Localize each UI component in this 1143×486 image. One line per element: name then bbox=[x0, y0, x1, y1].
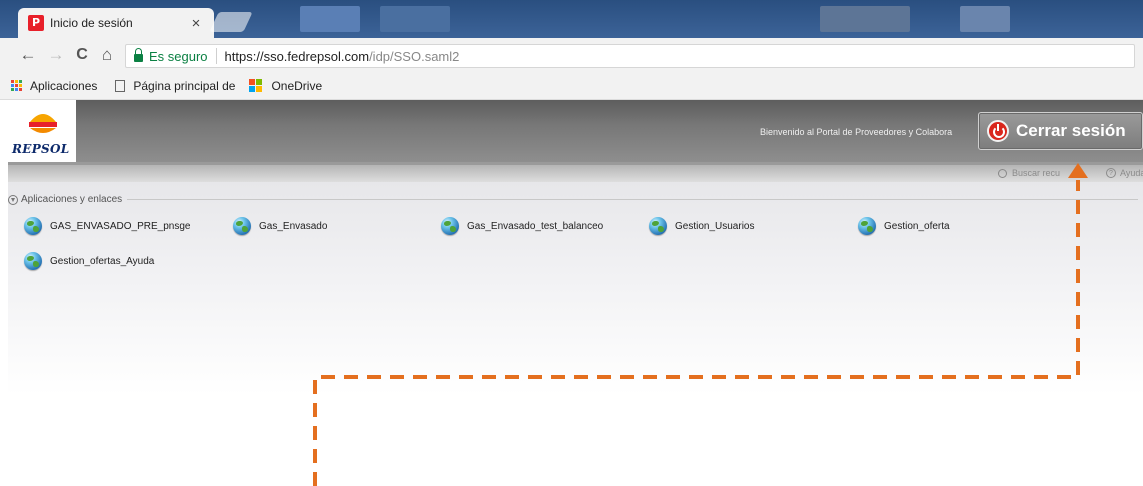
globe-icon bbox=[24, 252, 42, 270]
globe-icon bbox=[441, 217, 459, 235]
back-arrow-icon[interactable]: ← bbox=[18, 46, 38, 64]
help-link-label: Ayuda bbox=[1120, 168, 1143, 178]
url-path: /idp/SSO.saml2 bbox=[369, 48, 460, 64]
reload-icon[interactable]: C bbox=[72, 46, 92, 64]
app-link[interactable]: Gestion_Usuarios bbox=[649, 217, 754, 235]
background-blur bbox=[820, 6, 910, 32]
address-bar: ← → C ⌂ Es seguro https://sso.fedrepsol.… bbox=[0, 38, 1143, 72]
portal-subbar: Buscar recu ? Ayuda bbox=[8, 162, 1143, 182]
app-link[interactable]: Gestion_oferta bbox=[858, 217, 950, 235]
app-link[interactable]: Gas_Envasado_test_balanceo bbox=[441, 217, 603, 235]
apps-grid-icon bbox=[10, 80, 22, 92]
section-divider bbox=[127, 199, 1138, 200]
page-icon bbox=[115, 79, 126, 92]
bookmark-label: Aplicaciones bbox=[30, 78, 98, 93]
search-icon bbox=[998, 168, 1007, 178]
section-header[interactable]: Aplicaciones y enlaces bbox=[8, 194, 1138, 205]
repsol-logo[interactable]: REPSOL bbox=[8, 100, 76, 162]
globe-icon bbox=[649, 217, 667, 235]
app-label: Gas_Envasado bbox=[259, 220, 328, 232]
background-blur bbox=[300, 6, 360, 32]
app-label: Gas_Envasado_test_balanceo bbox=[467, 220, 604, 232]
url-host: https://sso.fedrepsol.com bbox=[224, 48, 370, 64]
background-blur bbox=[380, 6, 450, 32]
globe-icon bbox=[858, 217, 876, 235]
logout-button[interactable]: Cerrar sesión bbox=[978, 112, 1143, 150]
bookmark-onedrive[interactable]: OneDrive bbox=[249, 78, 323, 93]
logout-label: Cerrar sesión bbox=[1016, 121, 1126, 140]
url-field[interactable]: Es seguro https://sso.fedrepsol.com/idp/… bbox=[125, 44, 1135, 68]
secure-label: Es seguro bbox=[149, 48, 208, 64]
home-icon[interactable]: ⌂ bbox=[97, 46, 117, 64]
bookmark-apps[interactable]: Aplicaciones bbox=[10, 79, 97, 93]
app-label: Gestion_ofertas_Ayuda bbox=[50, 255, 155, 267]
divider bbox=[215, 48, 217, 64]
help-icon: ? bbox=[1106, 168, 1116, 178]
main-content: Aplicaciones y enlaces GAS_ENVASADO_PRE_… bbox=[8, 182, 1143, 486]
new-tab-button[interactable] bbox=[209, 12, 253, 32]
chevron-down-icon[interactable] bbox=[8, 194, 18, 205]
tab-close-icon[interactable]: × bbox=[188, 15, 204, 32]
bookmarks-bar: Aplicaciones Página principal de OneDriv… bbox=[0, 72, 1143, 100]
app-label: GAS_ENVASADO_PRE_pnsge bbox=[50, 220, 191, 232]
forward-arrow-icon[interactable]: → bbox=[46, 46, 66, 64]
welcome-message: Bienvenido al Portal de Proveedores y Co… bbox=[760, 127, 953, 137]
bookmark-label: Página principal de bbox=[133, 78, 236, 93]
app-link[interactable]: GAS_ENVASADO_PRE_pnsge bbox=[24, 217, 190, 235]
section-title: Aplicaciones y enlaces bbox=[21, 194, 123, 205]
repsol-favicon-icon: P bbox=[28, 15, 44, 31]
browser-tab[interactable]: P Inicio de sesión × bbox=[18, 8, 214, 38]
globe-icon bbox=[24, 217, 42, 235]
app-link[interactable]: Gas_Envasado bbox=[233, 217, 327, 235]
background-blur bbox=[960, 6, 1010, 32]
app-label: Gestion_oferta bbox=[884, 220, 950, 232]
repsol-wordmark: REPSOL bbox=[12, 142, 70, 156]
browser-tabstrip: P Inicio de sesión × bbox=[0, 0, 1143, 38]
tab-title: Inicio de sesión bbox=[50, 16, 133, 30]
search-resources-link[interactable]: Buscar recu bbox=[998, 168, 1060, 178]
bookmark-homepage[interactable]: Página principal de bbox=[111, 79, 235, 93]
app-label: Gestion_Usuarios bbox=[675, 220, 755, 232]
microsoft-logo-icon bbox=[249, 78, 263, 93]
globe-icon bbox=[233, 217, 251, 235]
help-link[interactable]: ? Ayuda bbox=[1106, 168, 1143, 178]
bookmark-label: OneDrive bbox=[271, 78, 323, 93]
power-icon bbox=[987, 120, 1009, 142]
repsol-flame-icon bbox=[29, 114, 57, 133]
app-link[interactable]: Gestion_ofertas_Ayuda bbox=[24, 252, 154, 270]
lock-icon bbox=[134, 48, 143, 62]
portal-header: REPSOL Bienvenido al Portal de Proveedor… bbox=[8, 100, 1143, 162]
search-link-label: Buscar recu bbox=[1012, 168, 1061, 178]
